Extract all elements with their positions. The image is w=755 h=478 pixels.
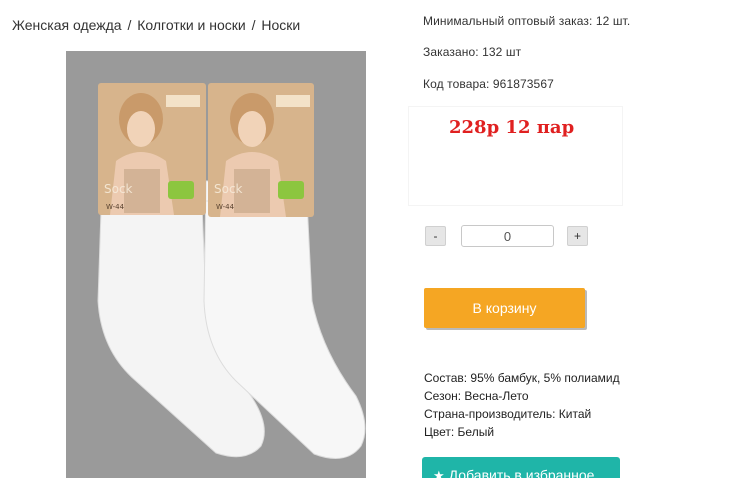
- star-icon: ★: [433, 467, 445, 478]
- spec-season: Сезон: Весна-Лето: [424, 389, 529, 403]
- product-code-text: Код товара: 961873567: [423, 77, 554, 91]
- product-image[interactable]: Sock W-44 Sock W-44: [66, 51, 366, 478]
- package-label: Sock: [214, 182, 243, 196]
- quantity-decrease-button[interactable]: -: [425, 226, 446, 246]
- product-specs: Состав: 95% бамбук, 5% полиамид Сезон: В…: [424, 369, 620, 441]
- quantity-increase-button[interactable]: +: [567, 226, 588, 246]
- breadcrumb-separator: /: [251, 17, 256, 33]
- package-card-right: Sock W-44: [208, 83, 314, 217]
- spec-color: Цвет: Белый: [424, 425, 495, 439]
- package-card-left: Sock W-44: [98, 83, 206, 215]
- add-to-cart-button[interactable]: В корзину: [424, 288, 585, 328]
- add-to-favorites-button[interactable]: ★ Добавить в избранное: [422, 457, 620, 478]
- ordered-count-text: Заказано: 132 шт: [423, 45, 522, 59]
- breadcrumb-item-tights-and-socks[interactable]: Колготки и носки: [137, 17, 246, 33]
- quantity-input[interactable]: [461, 225, 554, 247]
- price-text: 228р 12 пар: [449, 117, 575, 138]
- add-to-favorites-label: Добавить в избранное: [448, 466, 595, 478]
- breadcrumb: Женская одежда / Колготки и носки / Носк…: [12, 17, 300, 33]
- package-label: Sock: [104, 182, 133, 196]
- breadcrumb-item-socks: Носки: [261, 17, 301, 33]
- spec-composition: Состав: 95% бамбук, 5% полиамид: [424, 371, 620, 385]
- breadcrumb-separator: /: [127, 17, 132, 33]
- product-page: Женская одежда / Колготки и носки / Носк…: [0, 0, 755, 478]
- price-box: 228р 12 пар: [408, 106, 623, 206]
- breadcrumb-item-womens-clothing[interactable]: Женская одежда: [12, 17, 122, 33]
- package-code: W-44: [106, 203, 125, 211]
- product-photo: Sock W-44 Sock W-44: [66, 51, 366, 478]
- min-order-text: Минимальный оптовый заказ: 12 шт.: [423, 14, 631, 28]
- package-code: W-44: [216, 203, 235, 211]
- spec-country: Страна-производитель: Китай: [424, 407, 592, 421]
